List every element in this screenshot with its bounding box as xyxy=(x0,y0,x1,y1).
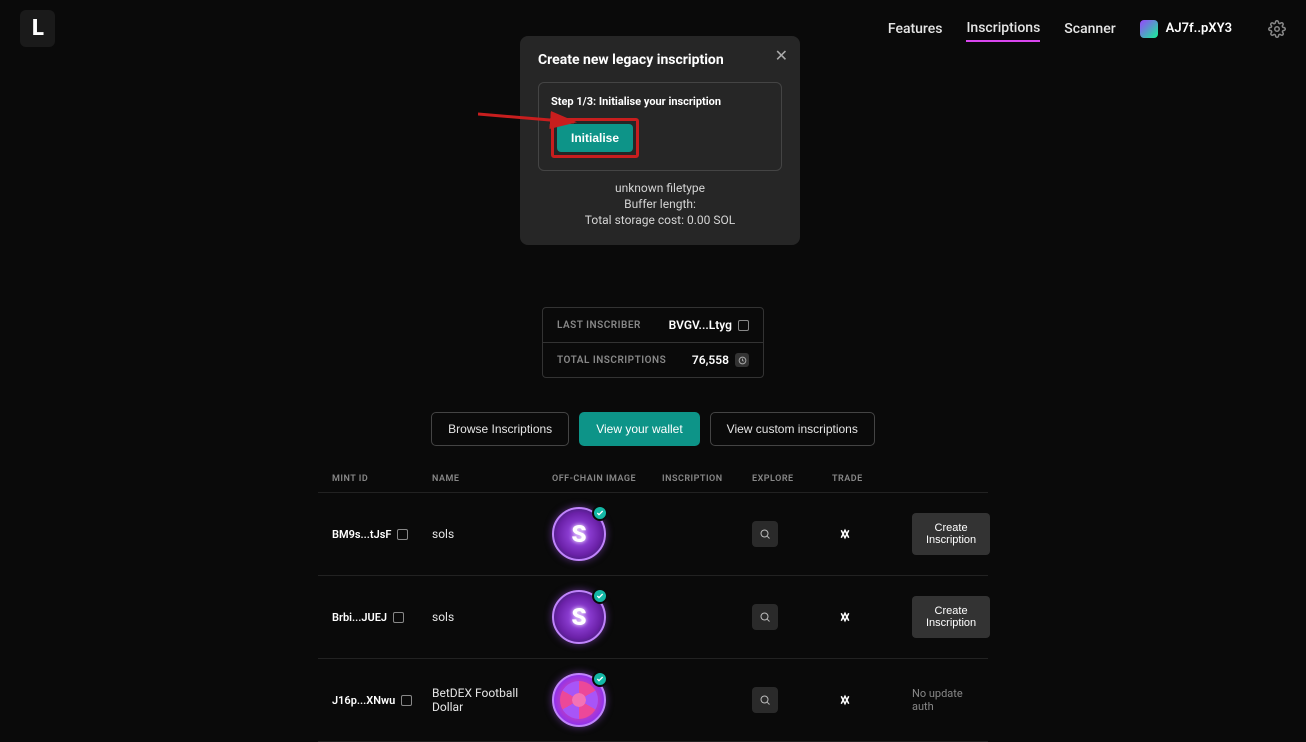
nav-scanner[interactable]: Scanner xyxy=(1064,17,1115,41)
total-inscriptions-label: TOTAL INSCRIPTIONS xyxy=(557,355,666,366)
create-inscription-button[interactable]: Create Inscription xyxy=(912,513,990,555)
copy-icon[interactable] xyxy=(738,320,749,331)
explore-button[interactable] xyxy=(752,521,778,547)
no-update-auth: No update auth xyxy=(912,687,974,713)
phantom-icon xyxy=(1140,20,1158,38)
initialise-button[interactable]: Initialise xyxy=(557,124,633,152)
mint-id: BM9s...tJsF xyxy=(332,528,391,541)
modal-title: Create new legacy inscription xyxy=(538,52,782,68)
token-name: BetDEX Football Dollar xyxy=(432,686,552,714)
wallet-button[interactable]: AJ7f..pXY3 xyxy=(1140,20,1232,38)
nav-features[interactable]: Features xyxy=(888,17,943,41)
explore-button[interactable] xyxy=(752,687,778,713)
tab-wallet[interactable]: View your wallet xyxy=(579,412,699,446)
last-inscriber-label: LAST INSCRIBER xyxy=(557,320,641,331)
verified-badge-icon xyxy=(592,671,608,687)
verified-badge-icon xyxy=(592,588,608,604)
col-name: NAME xyxy=(432,474,552,484)
table-row: J16p...XNwu BetDEX Football Dollar No up… xyxy=(318,659,988,742)
token-image: S xyxy=(552,507,606,561)
highlight-box: Initialise xyxy=(551,118,639,158)
nav-inscriptions[interactable]: Inscriptions xyxy=(966,16,1040,42)
copy-icon[interactable] xyxy=(401,695,412,706)
table-row: Brbi...JUEJ sols S Create Inscription xyxy=(318,576,988,659)
copy-icon[interactable] xyxy=(397,529,408,540)
wallet-address: AJ7f..pXY3 xyxy=(1166,21,1232,36)
col-image: OFF-CHAIN IMAGE xyxy=(552,474,662,484)
inscriptions-table: MINT ID NAME OFF-CHAIN IMAGE INSCRIPTION… xyxy=(318,466,988,742)
token-image: S xyxy=(552,590,606,644)
col-inscription: INSCRIPTION xyxy=(662,474,752,484)
tab-custom[interactable]: View custom inscriptions xyxy=(710,412,875,446)
mint-id: J16p...XNwu xyxy=(332,694,395,707)
step-label: Step 1/3: Initialise your inscription xyxy=(551,95,769,108)
explore-button[interactable] xyxy=(752,604,778,630)
token-name: sols xyxy=(432,610,552,624)
refresh-icon[interactable] xyxy=(735,353,749,367)
col-explore: EXPLORE xyxy=(752,474,832,484)
stats-box: LAST INSCRIBER BVGV...Ltyg TOTAL INSCRIP… xyxy=(542,307,764,378)
verified-badge-icon xyxy=(592,505,608,521)
modal-info: unknown filetype Buffer length: Total st… xyxy=(538,181,782,227)
col-mint: MINT ID xyxy=(332,474,432,484)
table-row: BM9s...tJsF sols S Create Inscription xyxy=(318,493,988,576)
copy-icon[interactable] xyxy=(393,612,404,623)
total-inscriptions-value: 76,558 xyxy=(692,353,729,367)
create-inscription-modal: ✕ Create new legacy inscription Step 1/3… xyxy=(520,36,800,245)
last-inscriber-value: BVGV...Ltyg xyxy=(669,318,732,332)
gear-icon[interactable] xyxy=(1268,20,1286,38)
close-icon[interactable]: ✕ xyxy=(775,46,788,65)
logo[interactable]: L xyxy=(20,10,55,47)
col-trade: TRADE xyxy=(832,474,912,484)
mint-id: Brbi...JUEJ xyxy=(332,611,387,624)
token-name: sols xyxy=(432,527,552,541)
step-box: Step 1/3: Initialise your inscription In… xyxy=(538,82,782,171)
trade-button[interactable] xyxy=(832,687,858,713)
trade-button[interactable] xyxy=(832,604,858,630)
trade-button[interactable] xyxy=(832,521,858,547)
tab-browse[interactable]: Browse Inscriptions xyxy=(431,412,569,446)
token-image xyxy=(552,673,606,727)
create-inscription-button[interactable]: Create Inscription xyxy=(912,596,990,638)
